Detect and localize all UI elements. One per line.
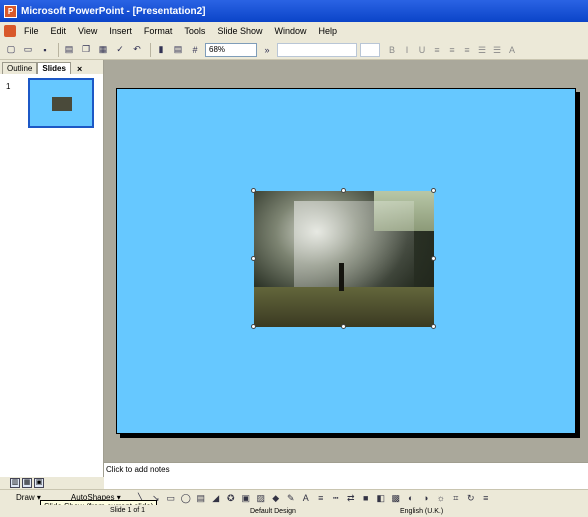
line-color-icon[interactable]: ✎ bbox=[285, 492, 297, 504]
slide-canvas[interactable] bbox=[116, 88, 576, 434]
format-painter-icon[interactable]: ✓ bbox=[113, 43, 127, 57]
increase-font-icon[interactable]: A bbox=[506, 43, 518, 57]
crop-icon[interactable]: ⌗ bbox=[450, 492, 462, 504]
menu-edit[interactable]: Edit bbox=[51, 26, 67, 36]
resize-handle[interactable] bbox=[431, 256, 436, 261]
paste-icon[interactable]: ▦ bbox=[96, 43, 110, 57]
diagram-icon[interactable]: ✪ bbox=[225, 492, 237, 504]
slide-thumbnail[interactable] bbox=[28, 78, 94, 128]
menu-slide-show[interactable]: Slide Show bbox=[217, 26, 262, 36]
font-name-select[interactable] bbox=[277, 42, 357, 57]
arrow-style-icon[interactable]: ⇄ bbox=[345, 492, 357, 504]
slide-picture[interactable] bbox=[254, 191, 434, 327]
brightness-icon[interactable]: ☼ bbox=[435, 492, 447, 504]
grid-icon[interactable]: # bbox=[188, 43, 202, 57]
menu-tools[interactable]: Tools bbox=[184, 26, 205, 36]
menu-insert[interactable]: Insert bbox=[109, 26, 132, 36]
status-design: Default Design bbox=[250, 508, 296, 515]
wordart-icon[interactable]: ◢ bbox=[210, 492, 222, 504]
oval-icon[interactable]: ◯ bbox=[180, 492, 192, 504]
open-icon[interactable]: ▭ bbox=[21, 43, 35, 57]
resize-handle[interactable] bbox=[251, 256, 256, 261]
image-icon[interactable]: ▩ bbox=[390, 492, 402, 504]
3d-icon[interactable]: ◧ bbox=[375, 492, 387, 504]
resize-handle[interactable] bbox=[251, 324, 256, 329]
fill-color-icon[interactable]: ◆ bbox=[270, 492, 282, 504]
bullets-icon[interactable]: ☰ bbox=[491, 43, 503, 57]
notes-pane[interactable]: Click to add notes bbox=[104, 462, 588, 477]
menu-format[interactable]: Format bbox=[144, 26, 173, 36]
dash-style-icon[interactable]: ┅ bbox=[330, 492, 342, 504]
align-center-icon[interactable]: ≡ bbox=[446, 43, 458, 57]
resize-handle[interactable] bbox=[341, 188, 346, 193]
resize-handle[interactable] bbox=[431, 188, 436, 193]
toolbar-options-icon[interactable]: » bbox=[260, 43, 274, 57]
toolbar-separator bbox=[58, 42, 59, 57]
menu-window[interactable]: Window bbox=[274, 26, 306, 36]
underline-icon[interactable]: U bbox=[416, 43, 428, 57]
font-color-icon[interactable]: A bbox=[300, 492, 312, 504]
menu-file[interactable]: File bbox=[24, 26, 39, 36]
pane-tabs: Outline Slides × bbox=[0, 60, 103, 74]
new-icon[interactable]: ▢ bbox=[4, 43, 18, 57]
status-slide-count: Slide 1 of 1 bbox=[110, 507, 146, 514]
thumbnail-picture bbox=[52, 97, 72, 111]
align-right-icon[interactable]: ≡ bbox=[461, 43, 473, 57]
save-icon[interactable]: ▪ bbox=[38, 43, 52, 57]
tab-outline[interactable]: Outline bbox=[2, 62, 38, 74]
window-title: Microsoft PowerPoint - [Presentation2] bbox=[21, 5, 206, 17]
picture-ground bbox=[254, 287, 434, 327]
title-bar: P Microsoft PowerPoint - [Presentation2] bbox=[0, 0, 588, 22]
rotate-icon[interactable]: ↻ bbox=[465, 492, 477, 504]
slide-thumbnails: 1 bbox=[0, 74, 103, 477]
status-bar: Slide 1 of 1 Default Design English (U.K… bbox=[0, 505, 588, 517]
slide-number: 1 bbox=[6, 82, 11, 91]
tab-slides[interactable]: Slides bbox=[37, 62, 71, 74]
normal-view-icon[interactable]: ▥ bbox=[10, 478, 20, 488]
shadow-icon[interactable]: ■ bbox=[360, 492, 372, 504]
menu-view[interactable]: View bbox=[78, 26, 97, 36]
line-style-icon[interactable]: ≡ bbox=[480, 492, 492, 504]
powerpoint-icon: P bbox=[4, 4, 17, 18]
rectangle-icon[interactable]: ▭ bbox=[165, 492, 177, 504]
menu-help[interactable]: Help bbox=[318, 26, 337, 36]
standard-toolbar: ▢ ▭ ▪ ▤ ❐ ▦ ✓ ↶ ▮ ▤ # 68% » B I U ≡ ≡ ≡ … bbox=[0, 40, 588, 60]
insert-chart-icon[interactable]: ▮ bbox=[154, 43, 168, 57]
toolbar-separator bbox=[150, 42, 151, 57]
document-icon[interactable] bbox=[4, 25, 16, 37]
picture-figure bbox=[339, 263, 344, 291]
slide-sorter-icon[interactable]: ▦ bbox=[22, 478, 32, 488]
bold-icon[interactable]: B bbox=[386, 43, 398, 57]
close-pane-icon[interactable]: × bbox=[77, 64, 82, 74]
slides-pane: Outline Slides × 1 bbox=[0, 60, 104, 477]
resize-handle[interactable] bbox=[341, 324, 346, 329]
insert-table-icon[interactable]: ▤ bbox=[171, 43, 185, 57]
clipart-icon[interactable]: ▣ bbox=[240, 492, 252, 504]
resize-handle[interactable] bbox=[251, 188, 256, 193]
align-left-icon[interactable]: ≡ bbox=[431, 43, 443, 57]
contrast-icon[interactable]: ◑ bbox=[420, 492, 432, 504]
resize-handle[interactable] bbox=[431, 324, 436, 329]
zoom-select[interactable]: 68% bbox=[205, 42, 257, 57]
font-size-select[interactable] bbox=[360, 42, 380, 57]
menu-bar: File Edit View Insert Format Tools Slide… bbox=[0, 22, 588, 40]
status-language: English (U.K.) bbox=[400, 508, 444, 515]
copy-icon[interactable]: ❐ bbox=[79, 43, 93, 57]
draw-menu[interactable]: Draw ▾ bbox=[16, 493, 41, 502]
print-icon[interactable]: ▤ bbox=[62, 43, 76, 57]
picture-icon[interactable]: ▨ bbox=[255, 492, 267, 504]
undo-icon[interactable]: ↶ bbox=[130, 43, 144, 57]
slide-show-icon[interactable]: ▣ bbox=[34, 478, 44, 488]
color-icon[interactable]: ◐ bbox=[405, 492, 417, 504]
textbox-icon[interactable]: ▤ bbox=[195, 492, 207, 504]
numbering-icon[interactable]: ☰ bbox=[476, 43, 488, 57]
slide-editing-area bbox=[104, 60, 588, 462]
italic-icon[interactable]: I bbox=[401, 43, 413, 57]
line-style-icon[interactable]: ≡ bbox=[315, 492, 327, 504]
picture-light-rays bbox=[294, 201, 414, 291]
view-buttons: ▥ ▦ ▣ bbox=[0, 477, 104, 489]
